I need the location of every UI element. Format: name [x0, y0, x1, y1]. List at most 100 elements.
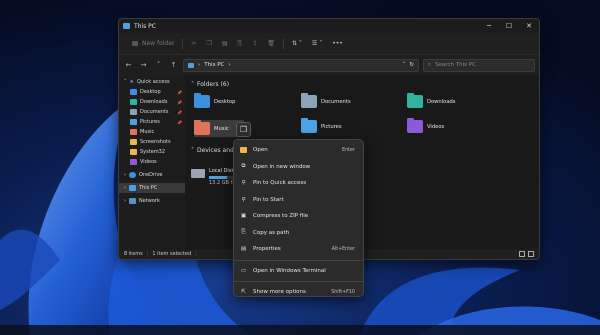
chevron-down-icon: ˅ — [191, 80, 194, 88]
folder-label: Documents — [321, 98, 351, 105]
sidebar-item-screenshots[interactable]: Screenshots — [119, 137, 185, 147]
copy-icon: ❐ — [206, 40, 212, 47]
refresh-icon[interactable]: ↻ — [409, 62, 414, 68]
menu-item-windows-terminal[interactable]: ▭ Open in Windows Terminal — [234, 263, 363, 280]
sidebar-item-pictures[interactable]: Pictures 📌 — [119, 117, 185, 127]
details-view-icon[interactable] — [519, 251, 525, 257]
folder-documents[interactable]: Documents — [301, 93, 351, 108]
address-bar[interactable]: › This PC › ˅ ↻ — [183, 58, 419, 72]
sidebar-label: Music — [140, 129, 155, 135]
menu-divider — [234, 281, 363, 282]
search-placeholder: Search This PC — [435, 62, 476, 68]
sort-button[interactable]: ⇅ ˅ — [287, 36, 307, 52]
sidebar-label: Screenshots — [140, 139, 171, 145]
sidebar-label: OneDrive — [139, 172, 163, 178]
sidebar-label: Quick access — [136, 79, 170, 85]
address-row: ← → ˅ ↑ › This PC › ˅ ↻ ⌕ Search This PC — [119, 55, 539, 75]
open-folder-icon — [240, 147, 247, 154]
view-button[interactable]: ☰ ˅ — [307, 36, 327, 52]
large-icons-view-icon[interactable] — [528, 251, 534, 257]
sidebar-item-quick-access[interactable]: ˅ ★ Quick access — [119, 77, 185, 87]
menu-item-properties[interactable]: ▤ Properties Alt+Enter — [234, 241, 363, 258]
rename-button[interactable]: ⎘ — [233, 36, 248, 52]
menu-label: Compress to ZIP file — [253, 213, 309, 220]
menu-label: Show more options — [253, 289, 306, 296]
copy-button[interactable]: ❐ — [201, 36, 216, 52]
menu-item-compress-zip[interactable]: ▣ Compress to ZIP file — [234, 208, 363, 225]
paste-button[interactable]: ▤ — [217, 36, 233, 52]
menu-label: Properties — [253, 246, 281, 253]
pin-icon: ⚲ — [241, 180, 246, 187]
address-chevron-icon: › — [228, 62, 231, 68]
address-path: This PC — [204, 62, 225, 68]
menu-label: Pin to Start — [253, 196, 284, 203]
context-menu-copy-button[interactable]: ❐ — [236, 122, 251, 137]
documents-icon — [130, 109, 137, 115]
sidebar-label: Videos — [140, 159, 157, 165]
maximize-button[interactable]: ☐ — [499, 19, 519, 33]
sidebar-item-onedrive[interactable]: › OneDrive — [119, 170, 185, 180]
desktop-folder-icon — [194, 93, 210, 108]
menu-item-pin-start[interactable]: ⚲ Pin to Start — [234, 192, 363, 209]
close-button[interactable]: ✕ — [519, 19, 539, 33]
star-icon: ★ — [129, 79, 134, 85]
view-icon: ☰ ˅ — [311, 40, 323, 47]
back-button[interactable]: ← — [123, 61, 134, 69]
folder-label: Music — [214, 125, 229, 132]
sidebar-item-system32[interactable]: System32 — [119, 147, 185, 157]
sort-icon: ⇅ ˅ — [291, 40, 302, 47]
address-dropdown-icon[interactable]: ˅ — [403, 62, 406, 68]
folder-pictures[interactable]: Pictures — [301, 118, 342, 133]
sidebar-label: This PC — [139, 185, 158, 191]
new-folder-button[interactable]: New folder — [127, 36, 179, 52]
new-folder-icon — [132, 41, 138, 46]
downloads-icon — [130, 99, 137, 105]
minimize-button[interactable]: ─ — [479, 19, 499, 33]
sidebar-item-videos[interactable]: Videos — [119, 157, 185, 167]
videos-icon — [130, 159, 137, 165]
menu-item-pin-quick-access[interactable]: ⚲ Pin to Quick access — [234, 175, 363, 192]
recent-locations-button[interactable]: ˅ — [153, 61, 164, 69]
folder-icon — [130, 139, 137, 145]
sidebar-item-music[interactable]: Music — [119, 127, 185, 137]
menu-item-show-more-options[interactable]: ⇱ Show more options Shift+F10 — [234, 284, 363, 301]
menu-item-open[interactable]: Open Enter — [234, 142, 363, 159]
up-button[interactable]: ↑ — [168, 61, 179, 69]
sidebar-item-desktop[interactable]: Desktop 📌 — [119, 87, 185, 97]
selected-count: 1 item selected — [152, 251, 192, 257]
pictures-folder-icon — [301, 118, 317, 133]
sidebar-label: Network — [139, 198, 160, 204]
forward-button[interactable]: → — [138, 61, 149, 69]
downloads-folder-icon — [407, 93, 423, 108]
chevron-right-icon: › — [124, 198, 126, 204]
cut-button[interactable]: ✂ — [186, 36, 201, 52]
search-icon: ⌕ — [428, 61, 432, 68]
search-box[interactable]: ⌕ Search This PC — [423, 58, 535, 72]
terminal-icon: ▭ — [240, 267, 247, 274]
menu-label: Open — [253, 147, 268, 154]
menu-item-open-new-window[interactable]: ⧉ Open in new window — [234, 159, 363, 176]
sidebar-item-network[interactable]: › Network — [119, 196, 185, 206]
folder-videos[interactable]: Videos — [407, 118, 444, 133]
pin-icon: 📌 — [177, 99, 182, 105]
pin-icon: 📌 — [177, 109, 182, 115]
desktop-icon — [130, 89, 137, 95]
videos-folder-icon — [407, 118, 423, 133]
menu-item-copy-path[interactable]: ⎘ Copy as path — [234, 225, 363, 242]
folder-icon — [130, 149, 137, 155]
more-options-button[interactable]: ••• — [327, 36, 348, 52]
sidebar-item-downloads[interactable]: Downloads 📌 — [119, 97, 185, 107]
drive-icon — [191, 169, 205, 178]
menu-shortcut: Shift+F10 — [331, 289, 355, 295]
folders-group-header[interactable]: ˅ Folders (6) — [191, 79, 539, 89]
music-icon — [130, 129, 137, 135]
folder-desktop[interactable]: Desktop — [194, 93, 235, 108]
sidebar-item-documents[interactable]: Documents 📌 — [119, 107, 185, 117]
folder-downloads[interactable]: Downloads — [407, 93, 456, 108]
command-bar: New folder ✂ ❐ ▤ ⎘ ⇪ 🗑 ⇅ ˅ ☰ ˅ ••• — [119, 33, 539, 55]
documents-folder-icon — [301, 93, 317, 108]
share-icon: ⇪ — [252, 40, 258, 47]
delete-button[interactable]: 🗑 — [262, 36, 280, 52]
sidebar-item-this-pc[interactable]: › This PC — [119, 183, 185, 193]
share-button[interactable]: ⇪ — [247, 36, 262, 52]
